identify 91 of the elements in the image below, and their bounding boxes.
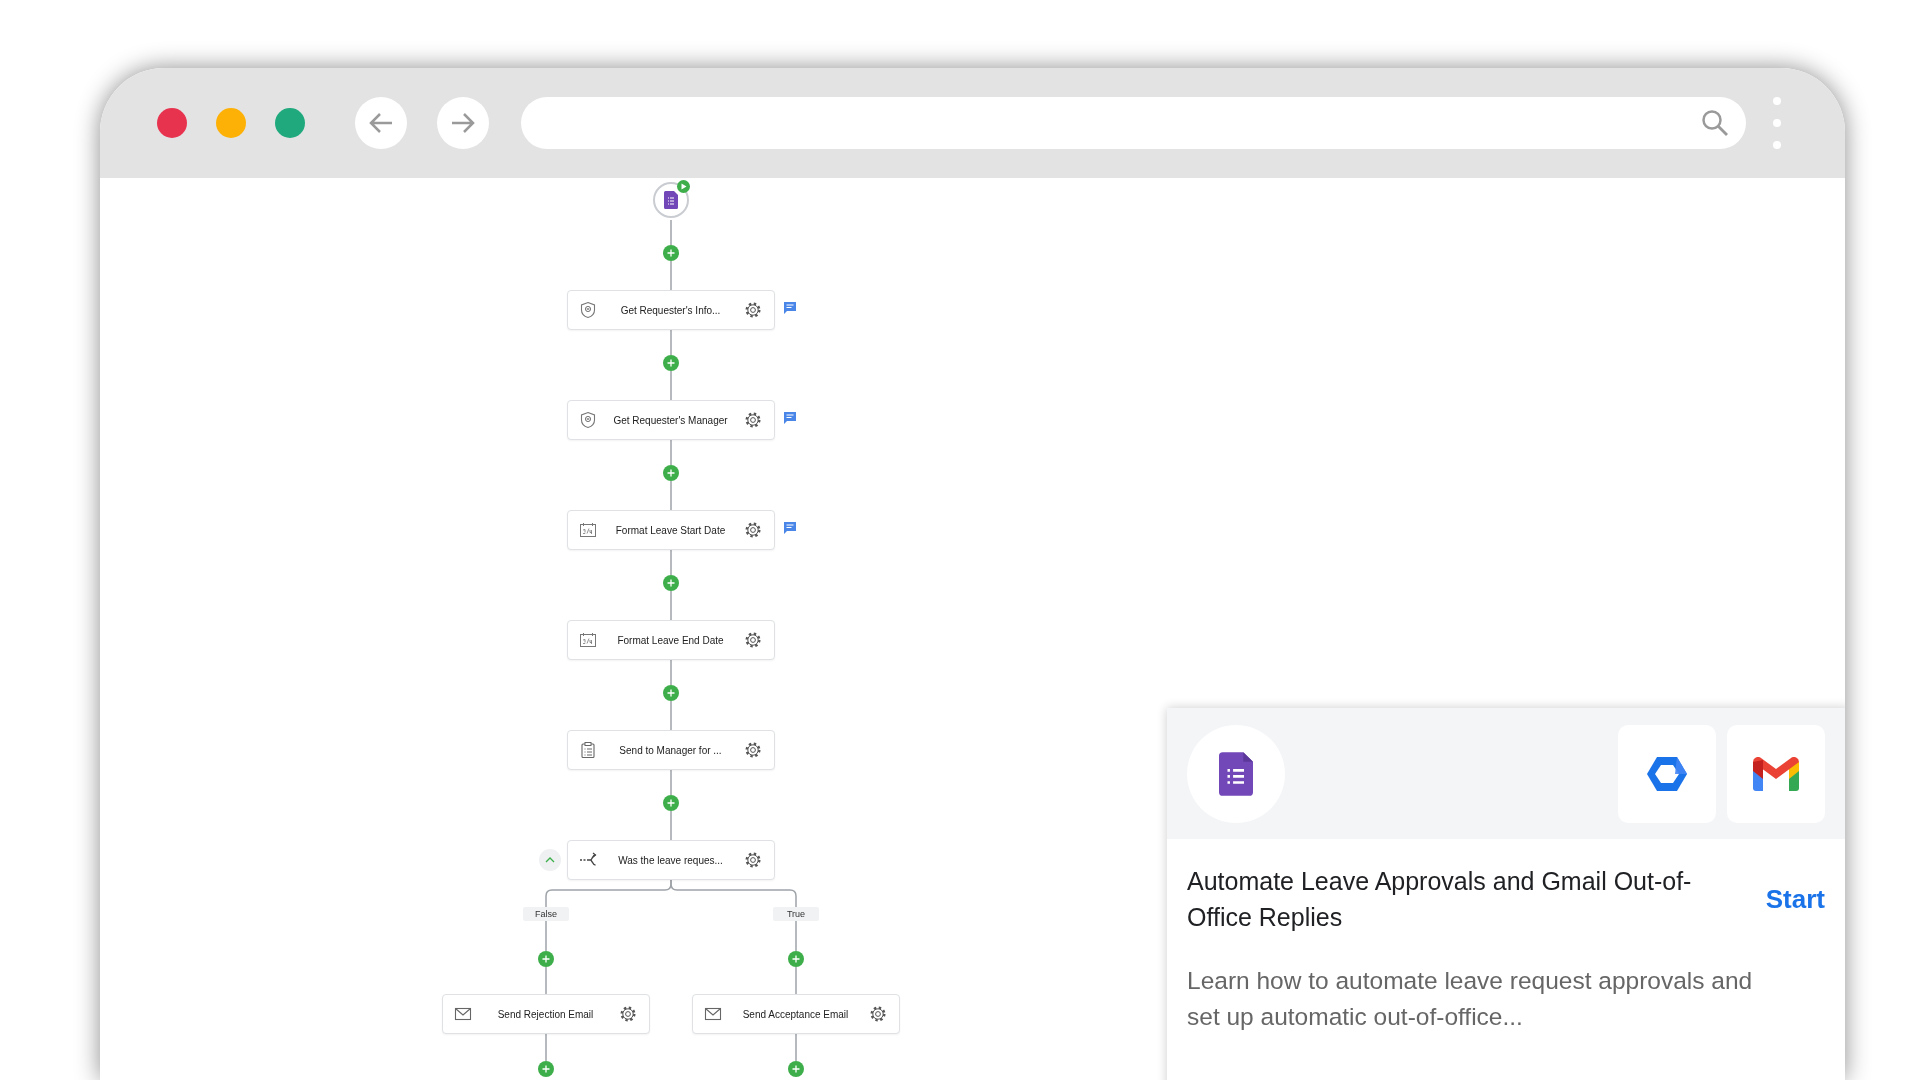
branch-label: False: [523, 907, 569, 921]
add-step-button[interactable]: [538, 1061, 554, 1077]
step-label: Format Leave End Date: [616, 633, 725, 648]
step-card[interactable]: Format Leave End Date: [567, 620, 775, 660]
connector-line: [670, 700, 672, 731]
connector-line: [670, 590, 672, 621]
step-card[interactable]: Send Rejection Email: [442, 994, 650, 1034]
envelope-icon: [704, 1005, 722, 1023]
step-label: Format Leave Start Date: [614, 523, 727, 538]
add-step-button[interactable]: [663, 465, 679, 481]
settings-icon[interactable]: [744, 521, 762, 539]
chevron-up-icon: [545, 857, 555, 863]
add-step-button[interactable]: [663, 685, 679, 701]
search-icon: [1701, 109, 1729, 137]
add-step-button[interactable]: [788, 1061, 804, 1077]
template-card[interactable]: Automate Leave Approvals and Gmail Out-of-Office Replies Start Learn how to automate leave request approvals and set up automatic out-of-office...: [1167, 708, 1845, 1080]
step-card[interactable]: Was the leave reques...: [567, 840, 775, 880]
shield-icon: [579, 301, 597, 319]
envelope-icon: [454, 1005, 472, 1023]
connector-line: [545, 1033, 547, 1062]
plus-icon: [792, 1065, 800, 1073]
collapse-toggle[interactable]: [539, 849, 561, 871]
plus-icon: [667, 799, 675, 807]
settings-icon[interactable]: [619, 1005, 637, 1023]
back-arrow-icon: [368, 112, 394, 134]
trigger-node[interactable]: [653, 182, 689, 218]
settings-icon[interactable]: [744, 741, 762, 759]
shield-icon: [579, 411, 597, 429]
step-card[interactable]: Get Requester's Manager: [567, 400, 775, 440]
plus-icon: [542, 955, 550, 963]
comment-icon[interactable]: [783, 411, 797, 425]
settings-icon[interactable]: [744, 411, 762, 429]
forward-button[interactable]: [437, 97, 489, 149]
plus-icon: [542, 1065, 550, 1073]
settings-icon[interactable]: [744, 851, 762, 869]
plus-icon: [667, 359, 675, 367]
add-step-button[interactable]: [663, 355, 679, 371]
step-label: Send Rejection Email: [496, 1007, 595, 1022]
form-document-icon: [1219, 750, 1253, 797]
add-step-button[interactable]: [788, 951, 804, 967]
add-step-button[interactable]: [663, 245, 679, 261]
connector-line: [670, 769, 672, 796]
step-label: Send Acceptance Email: [741, 1007, 850, 1022]
step-card[interactable]: Format Leave Start Date: [567, 510, 775, 550]
connector-line: [670, 370, 672, 401]
connector-line: [670, 260, 672, 291]
plus-icon: [667, 579, 675, 587]
step-label: Was the leave reques...: [617, 853, 724, 868]
step-label: Get Requester's Manager: [612, 413, 729, 428]
calendar-icon: [579, 521, 597, 539]
step-card[interactable]: Send to Manager for ...: [567, 730, 775, 770]
connector-line: [670, 439, 672, 466]
form-document-icon: [664, 191, 678, 209]
connector-line: [670, 219, 672, 246]
add-step-button[interactable]: [538, 951, 554, 967]
plus-icon: [792, 955, 800, 963]
connector-line: [795, 920, 797, 952]
step-label: Send to Manager for ...: [618, 743, 723, 758]
plus-icon: [667, 469, 675, 477]
step-label: Get Requester's Info...: [619, 303, 722, 318]
clipboard-icon: [579, 741, 597, 759]
connector-line: [670, 480, 672, 511]
branch-icon: [579, 851, 597, 869]
forward-arrow-icon: [450, 112, 476, 134]
settings-icon[interactable]: [744, 301, 762, 319]
connector-line: [545, 966, 547, 995]
plus-icon: [667, 689, 675, 697]
connector-line: [670, 549, 672, 576]
connector-line: [670, 659, 672, 686]
settings-icon[interactable]: [869, 1005, 887, 1023]
settings-icon[interactable]: [744, 631, 762, 649]
branch-label: True: [773, 907, 819, 921]
start-link[interactable]: Start: [1765, 879, 1825, 919]
back-button[interactable]: [355, 97, 407, 149]
step-card[interactable]: Get Requester's Info...: [567, 290, 775, 330]
calendar-icon: [579, 631, 597, 649]
envelope-logo-icon: [1753, 756, 1799, 791]
connector-line: [670, 810, 672, 841]
connector-line: [545, 920, 547, 952]
plus-icon: [667, 249, 675, 257]
comment-icon[interactable]: [783, 301, 797, 315]
connector-line: [670, 329, 672, 356]
connector-line: [795, 966, 797, 995]
connector-line: [795, 1033, 797, 1062]
hexagon-icon: [1647, 755, 1687, 792]
add-step-button[interactable]: [663, 795, 679, 811]
card-description: Learn how to automate leave request approvals and set up automatic out-of-office...: [1187, 966, 1754, 1032]
comment-icon[interactable]: [783, 521, 797, 535]
add-step-button[interactable]: [663, 575, 679, 591]
step-card[interactable]: Send Acceptance Email: [692, 994, 900, 1034]
card-title: Automate Leave Approvals and Gmail Out-of-Office Replies: [1187, 866, 1693, 933]
